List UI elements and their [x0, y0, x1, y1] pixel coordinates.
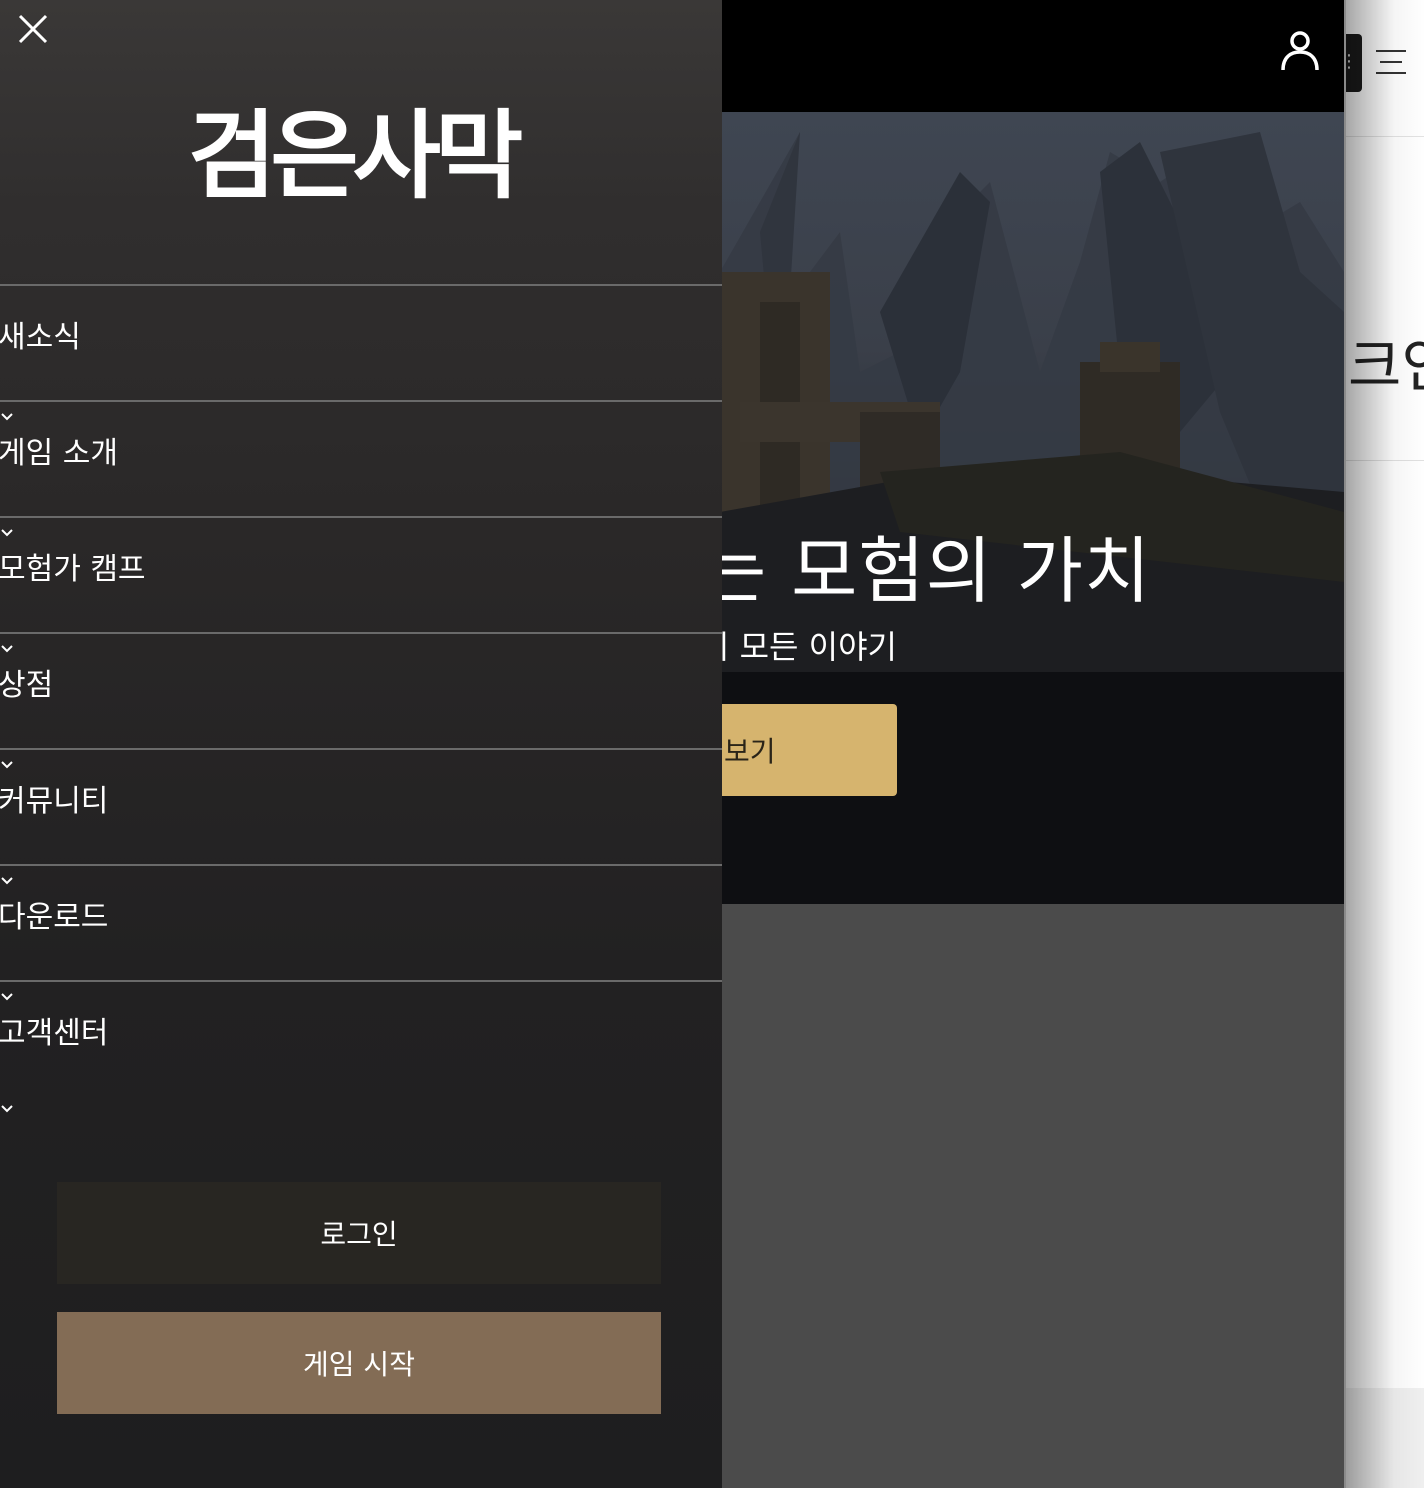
- chevron-down-icon[interactable]: [0, 992, 14, 1002]
- menu-item-label: 고객센터: [0, 1016, 109, 1051]
- drawer-logo[interactable]: 검은사막: [188, 96, 534, 216]
- chevron-down-icon[interactable]: [0, 760, 14, 770]
- menu-item-game-intro[interactable]: 게임 소개: [0, 400, 722, 516]
- chevron-down-icon[interactable]: [0, 1104, 14, 1114]
- background-page-footer: [1346, 1388, 1424, 1488]
- background-page-text: 크인: [1348, 332, 1424, 400]
- menu-item-label: 상점: [0, 668, 54, 703]
- background-page-dark-button[interactable]: ⋮: [1346, 34, 1362, 92]
- game-start-button[interactable]: 게임 시작: [57, 1312, 661, 1414]
- menu-item-label: 게임 소개: [0, 436, 118, 471]
- close-icon[interactable]: [14, 10, 52, 48]
- menu-item-community[interactable]: 커뮤니티: [0, 748, 722, 864]
- user-icon[interactable]: [1280, 30, 1320, 74]
- overlay-shadow: [1346, 0, 1424, 1488]
- hamburger-menu-icon[interactable]: [1376, 48, 1408, 78]
- chevron-down-icon[interactable]: [0, 412, 14, 422]
- menu-item-news[interactable]: 새소식: [0, 284, 722, 400]
- navigation-drawer: 검은사막 새소식 게임 소개 모험가 캠프 상점 커뮤니티 다운로드 고객센터: [0, 0, 722, 1488]
- menu-item-label: 커뮤니티: [0, 784, 109, 819]
- menu-item-label: 다운로드: [0, 900, 109, 935]
- chevron-down-icon[interactable]: [0, 644, 14, 654]
- menu-item-label: 모험가 캠프: [0, 552, 146, 587]
- menu-item-download[interactable]: 다운로드: [0, 864, 722, 980]
- divider: [1346, 460, 1424, 461]
- menu-item-shop[interactable]: 상점: [0, 632, 722, 748]
- hero-subtitle: 의 모든 이야기: [700, 628, 897, 666]
- hero-title: 는 모험의 가치: [700, 529, 1152, 613]
- menu-item-label: 새소식: [0, 320, 81, 355]
- background-page: ⋮ 크인: [1344, 0, 1424, 1488]
- chevron-down-icon[interactable]: [0, 528, 14, 538]
- menu-item-support[interactable]: 고객센터: [0, 980, 722, 1096]
- chevron-down-icon[interactable]: [0, 876, 14, 886]
- menu-item-adventurer-camp[interactable]: 모험가 캠프: [0, 516, 722, 632]
- login-button[interactable]: 로그인: [57, 1182, 661, 1284]
